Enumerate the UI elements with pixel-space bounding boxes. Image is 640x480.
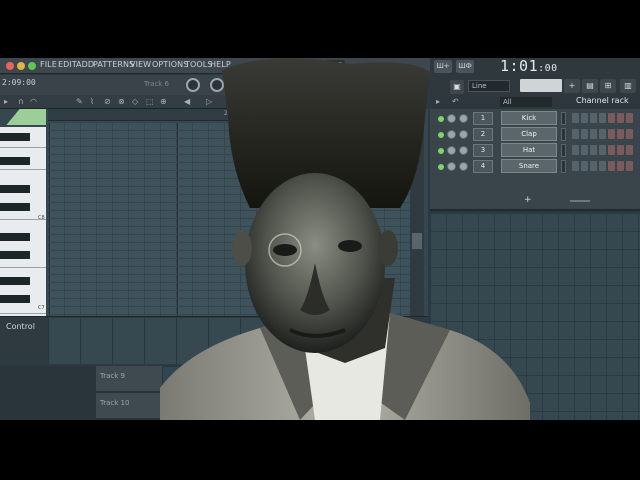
step-button[interactable] [608,129,615,139]
octave-label: C7 [38,305,45,311]
ear-left [232,230,252,266]
step-button[interactable] [626,145,633,155]
channel-select-meter[interactable] [561,112,566,125]
step-button[interactable] [590,145,597,155]
channel-rack-icon[interactable]: ▥ [620,79,636,93]
black-key[interactable] [0,185,30,193]
step-button[interactable] [617,129,624,139]
step-button[interactable] [626,161,633,171]
track-label: Track 10 [100,399,130,407]
black-key[interactable] [0,233,30,241]
slice-icon[interactable]: ◇ [132,97,138,106]
step-button[interactable] [617,113,624,123]
minimize-window-dot[interactable] [17,62,25,70]
ear-right [378,230,398,266]
add-pattern-icon[interactable]: + [564,79,580,93]
octave-label: C8 [38,215,45,221]
step-button[interactable] [599,145,606,155]
step-button[interactable] [581,113,588,123]
arrow-icon[interactable]: ▸ [4,97,8,106]
step-button[interactable] [599,129,606,139]
mute-icon[interactable]: ⊗ [118,97,125,106]
black-key[interactable] [0,277,30,285]
delete-icon[interactable]: ⊘ [104,97,111,106]
black-key[interactable] [0,133,30,141]
song-time-ticks: :00 [538,63,558,74]
step-button[interactable] [572,113,579,123]
white-key-divider [0,313,46,314]
eye-right [338,240,362,252]
white-key-divider [0,267,46,268]
black-key[interactable] [0,295,30,303]
mixer-icon[interactable]: ⊞ [600,79,616,93]
brush-icon[interactable]: ⌇ [90,97,94,106]
rack-resize-handle[interactable] [570,200,590,202]
step-button[interactable] [581,145,588,155]
black-key[interactable] [0,251,30,259]
track-label: Track 9 [100,372,125,380]
step-button[interactable] [626,113,633,123]
white-key-divider [0,147,46,148]
step-button[interactable] [590,129,597,139]
step-button[interactable] [608,113,615,123]
step-button[interactable] [572,161,579,171]
step-button[interactable] [581,161,588,171]
position-readout: 2:09:00 [2,78,36,87]
close-window-dot[interactable] [6,62,14,70]
eye-left [273,244,297,256]
black-key[interactable] [0,203,30,211]
step-button[interactable] [599,113,606,123]
magnet-icon[interactable]: ∩ [18,97,24,106]
step-button[interactable] [608,145,615,155]
playlist-icon[interactable]: ▤ [582,79,598,93]
step-button[interactable] [590,161,597,171]
menu-view[interactable]: VIEW [130,60,151,69]
step-button[interactable] [599,161,606,171]
step-button[interactable] [590,113,597,123]
step-button[interactable] [581,129,588,139]
menu-edit[interactable]: EDIT [58,60,77,69]
menu-add[interactable]: ADD [76,60,94,69]
headphones-icon[interactable]: ◠ [30,97,37,106]
piano-roll-tab[interactable] [6,109,46,125]
white-key-divider [0,219,46,220]
control-label[interactable]: Control [6,322,35,331]
white-key-divider [0,169,46,170]
channel-select-meter[interactable] [561,144,566,157]
step-button[interactable] [572,145,579,155]
step-button[interactable] [626,129,633,139]
menu-file[interactable]: FILE [40,60,57,69]
step-button[interactable] [572,129,579,139]
step-button[interactable] [608,161,615,171]
person-portrait-overlay [160,58,530,420]
channel-select-meter[interactable] [561,160,566,173]
piano-keyboard[interactable]: C8 C7 [0,127,46,327]
maximize-window-dot[interactable] [28,62,36,70]
black-key[interactable] [0,157,30,165]
step-button[interactable] [617,161,624,171]
step-button[interactable] [617,145,624,155]
menu-patterns[interactable]: PATTERNS [93,60,134,69]
channel-rack-title: Channel rack [576,96,629,105]
channel-select-meter[interactable] [561,128,566,141]
video-frame: FILE EDIT ADD PATTERNS VIEW OPTIONS TOOL… [0,0,640,480]
pencil-icon[interactable]: ✎ [76,97,83,106]
